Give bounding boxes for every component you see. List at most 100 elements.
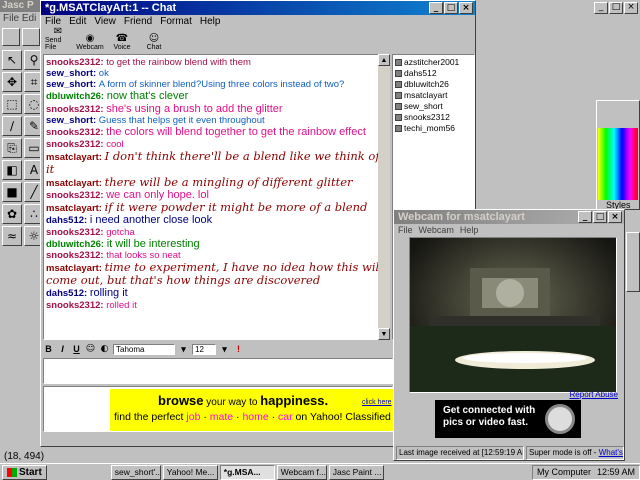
message-user: snooks2312: (46, 57, 107, 68)
shape-tool-icon[interactable]: ■ (2, 182, 22, 202)
buddy-list-item[interactable]: azstitcher2001 (395, 57, 472, 68)
message-user: msatclayart: (46, 203, 105, 214)
task-sew-short[interactable]: sew_short'... (110, 464, 161, 480)
scroll-up-icon[interactable]: ▲ (378, 54, 390, 66)
yahoo-ad-banner[interactable]: browse your way to happiness. click here… (43, 386, 394, 432)
buddy-name: dahs512 (404, 68, 437, 78)
buddy-list-item[interactable]: sew_short (395, 101, 472, 112)
scratch-tool-icon[interactable]: ≈ (2, 226, 22, 246)
message-text: we can only hope. lol (106, 188, 209, 201)
message-text: it will be interesting (106, 237, 200, 250)
font-select[interactable]: Tahoma (113, 343, 175, 355)
ad-click-here-link[interactable]: click here (362, 399, 392, 406)
menu-format[interactable]: Format (160, 15, 192, 29)
ad-home: home (242, 411, 269, 423)
message-text: ok (98, 68, 109, 79)
arrow-tool-icon[interactable]: ↖ (2, 50, 22, 70)
my-computer-label[interactable]: My Computer (537, 466, 591, 479)
select-tool-icon[interactable]: ⬚ (2, 94, 22, 114)
chat-icon: ☺ (148, 33, 160, 44)
chat-message: sew_short: ok (46, 68, 387, 79)
webcam-icon: ◉ (85, 33, 95, 44)
message-scrollbar[interactable]: ▲ ▼ (378, 54, 390, 340)
close-icon[interactable]: × (608, 211, 622, 223)
close-icon[interactable]: × (624, 1, 638, 14)
voice-button[interactable]: ☎ Voice (109, 34, 135, 52)
ad-sep-3: · (268, 411, 279, 423)
move-tool-icon[interactable]: ✥ (2, 72, 22, 92)
menu-edit[interactable]: Edit (69, 15, 86, 29)
message-text: gotcha (106, 226, 135, 238)
ad-sep-1: · (200, 411, 210, 423)
task-chat[interactable]: *g.MSA... (219, 464, 275, 480)
scroll-down-icon[interactable]: ▼ (378, 328, 390, 340)
message-input[interactable] (43, 358, 393, 384)
buddy-list-item[interactable]: dahs512 (395, 68, 472, 79)
send-file-button[interactable]: ✉ Send File (45, 27, 71, 52)
close-icon[interactable]: × (459, 2, 473, 14)
message-user: snooks2312: (46, 189, 107, 201)
task-webcam[interactable]: Webcam f... (276, 464, 327, 480)
italic-button[interactable]: I (57, 344, 68, 355)
menu-view[interactable]: View (94, 15, 116, 29)
maximize-icon[interactable]: □ (444, 2, 458, 14)
webcam-ad-banner[interactable]: Get connected with pics or video fast. (435, 400, 581, 438)
minimize-icon[interactable]: _ (578, 211, 592, 223)
chat-title-bar[interactable]: *g.MSATClayArt:1 -- Chat _ □ × (41, 1, 475, 15)
chat-message: sew_short: A form of skinner blend?Using… (46, 79, 387, 90)
underline-button[interactable]: U (71, 344, 82, 355)
size-dropdown-icon[interactable]: ▾ (219, 344, 230, 355)
webcam-menu-file[interactable]: File (398, 224, 413, 236)
clone-tool-icon[interactable]: ⎘ (2, 138, 22, 158)
buddy-list-item[interactable]: techi_mom56 (395, 123, 472, 134)
message-user: snooks2312: (46, 226, 107, 238)
bold-button[interactable]: B (43, 344, 54, 355)
buddy-name: techi_mom56 (404, 123, 456, 133)
webcam-menu-help[interactable]: Help (460, 224, 479, 236)
buddy-list-item[interactable]: msatclayart (395, 90, 472, 101)
whats-this-link[interactable]: What's this? (599, 448, 623, 457)
menu-help[interactable]: Help (200, 15, 221, 29)
maximize-icon[interactable]: □ (609, 1, 623, 14)
task-yahoo-messenger[interactable]: Yahoo! Me... (162, 464, 218, 480)
task-jasc-paint[interactable]: Jasc Paint ... (328, 464, 384, 480)
report-abuse-link[interactable]: Report Abuse (570, 390, 618, 399)
dropper-tool-icon[interactable]: ∕ (2, 116, 22, 136)
chat-message: dahs512: rolling it (46, 287, 387, 300)
start-button[interactable]: Start (2, 464, 47, 480)
paint-menu-bar[interactable]: File Edi (0, 12, 45, 26)
edit-icon[interactable] (22, 28, 40, 46)
webcam-menu-webcam[interactable]: Webcam (419, 224, 454, 236)
buddy-name: msatclayart (404, 90, 448, 100)
message-user: snooks2312: (46, 103, 107, 115)
webcam-button[interactable]: ◉ Webcam (76, 33, 104, 52)
message-user: snooks2312: (46, 127, 107, 138)
paint-side-scroll[interactable] (626, 232, 640, 292)
color-icon[interactable]: ◐ (99, 344, 110, 355)
buddy-list-item[interactable]: snooks2312 (395, 112, 472, 123)
buzz-icon[interactable]: ! (233, 344, 244, 355)
chat-button[interactable]: ☺ Chat (141, 33, 167, 52)
color-gradient-picker[interactable] (598, 128, 638, 200)
message-history[interactable]: snooks2312: to get the rainbow blend wit… (43, 54, 390, 340)
message-user: dahs512: (46, 215, 90, 226)
message-user: dbluwitch26: (46, 91, 107, 102)
emoticon-icon[interactable]: ☺ (85, 344, 96, 355)
paint-window-controls: _ □ × (472, 0, 640, 14)
menu-friend[interactable]: Friend (124, 15, 152, 29)
font-dropdown-icon[interactable]: ▾ (178, 344, 189, 355)
font-size-select[interactable]: 12 (192, 343, 216, 355)
fill-tool-icon[interactable]: ◧ (2, 160, 22, 180)
new-file-icon[interactable] (2, 28, 20, 46)
chat-title: *g.MSATClayArt:1 -- Chat (45, 2, 177, 14)
buddy-icon (395, 81, 402, 88)
maximize-icon[interactable]: □ (593, 211, 607, 223)
picture-tube-tool-icon[interactable]: ✿ (2, 204, 22, 224)
minimize-icon[interactable]: _ (429, 2, 443, 14)
minimize-icon[interactable]: _ (594, 1, 608, 14)
message-text: there will be a mingling of different gl… (104, 174, 353, 189)
super-mode-status: Super mode is off - What's this? (526, 446, 624, 460)
buddy-list-item[interactable]: dbluwitch26 (395, 79, 472, 90)
webcam-title-bar[interactable]: Webcam for msatclayart _ □ × (394, 210, 624, 224)
taskbar: Start sew_short'... Yahoo! Me... *g.MSA.… (0, 463, 640, 480)
